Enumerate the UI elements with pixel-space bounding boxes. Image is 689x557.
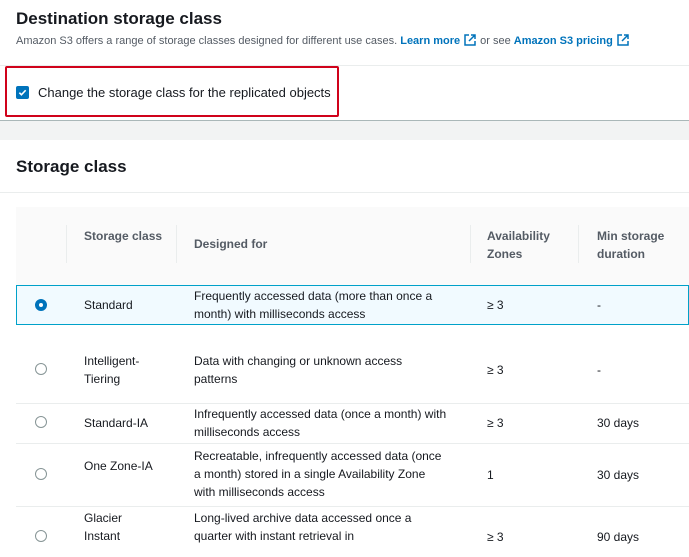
availability-zones-value: ≥ 3 [487,298,504,312]
header-min-storage-duration: Min storage duration [597,229,665,261]
or-see-text: or see [480,35,511,47]
divider [0,192,689,193]
learn-more-link[interactable]: Learn more [400,35,460,47]
header-designed-for: Designed for [194,237,268,251]
destination-storage-section: Destination storage class Amazon S3 offe… [0,0,689,122]
column-separator [470,225,471,263]
storage-class-section: Storage class Storage class Designed for… [0,140,689,557]
table-row[interactable]: Standard Frequently accessed data (more … [16,285,689,325]
description-text: Amazon S3 offers a range of storage clas… [16,35,398,47]
designed-for-text: Frequently accessed data (more than once… [194,289,433,321]
table-row[interactable]: Standard-IA Infrequently accessed data (… [16,404,689,444]
min-duration-value: 30 days [597,416,640,430]
availability-zones-value: 1 [487,468,494,482]
storage-class-name: One Zone-IA [84,459,153,473]
min-duration-value: - [597,298,601,312]
designed-for-text: Infrequently accessed data (once a month… [194,407,447,439]
column-separator [176,225,177,263]
storage-class-name: Standard [84,298,133,312]
section-description: Amazon S3 offers a range of storage clas… [16,34,633,47]
radio-glacier-instant[interactable] [35,530,47,542]
check-icon [18,89,27,96]
checkbox-label[interactable]: Change the storage class for the replica… [38,85,331,100]
min-duration-value: - [597,363,601,377]
table-header: Storage class Designed for Availability … [16,207,689,285]
availability-zones-value: ≥ 3 [487,363,504,377]
radio-intelligent-tiering[interactable] [35,363,47,375]
section-separator [0,120,689,140]
column-separator [66,225,67,263]
external-link-icon [464,34,476,46]
header-availability-zones: Availability Zones [487,229,550,261]
radio-standard-ia[interactable] [35,416,47,428]
min-duration-value: 90 days [597,530,640,544]
radio-one-zone-ia[interactable] [35,468,47,480]
column-separator [578,225,579,263]
table-row[interactable]: Intelligent-Tiering Data with changing o… [16,325,689,404]
availability-zones-value: ≥ 3 [487,416,504,430]
availability-zones-value: ≥ 3 [487,530,504,544]
header-storage-class: Storage class [84,229,163,243]
table-row[interactable]: One Zone-IA Recreatable, infrequently ac… [16,444,689,507]
external-link-icon [617,34,629,46]
storage-class-name: Glacier Instant [84,511,123,543]
table-row[interactable]: Glacier Instant Long-lived archive data … [16,507,689,557]
storage-class-title: Storage class [16,157,127,176]
designed-for-text: Long-lived archive data accessed once a … [194,511,412,543]
storage-class-name: Standard-IA [84,416,149,430]
designed-for-text: Data with changing or unknown access pat… [194,354,403,386]
s3-pricing-link[interactable]: Amazon S3 pricing [514,35,613,47]
section-title: Destination storage class [16,9,222,28]
change-storage-class-checkbox[interactable] [16,86,29,99]
storage-class-name: Intelligent-Tiering [84,354,140,386]
min-duration-value: 30 days [597,468,640,482]
designed-for-text: Recreatable, infrequently accessed data … [194,449,442,499]
radio-standard[interactable] [35,299,47,311]
